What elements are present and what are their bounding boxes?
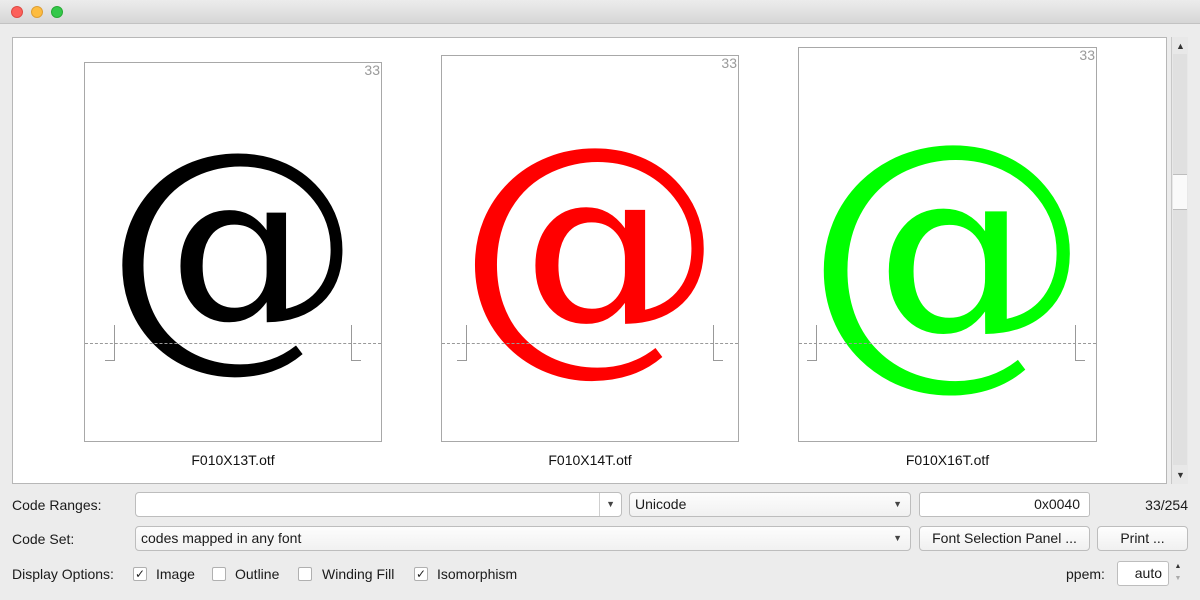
ppem-label: ppem: [1066, 566, 1105, 582]
outline-checkbox-label[interactable]: Outline [235, 566, 279, 582]
font-file-name: F010X16T.otf [905, 452, 990, 468]
encoding-value: Unicode [635, 496, 687, 512]
left-bearing-marker [457, 325, 467, 361]
stepper-down-icon[interactable]: ▼ [1172, 573, 1184, 585]
scroll-up-arrow-icon[interactable]: ▲ [1172, 39, 1189, 53]
baseline-guide [442, 343, 738, 344]
code-set-value: codes mapped in any font [141, 530, 302, 546]
minimize-window-button[interactable] [31, 6, 43, 18]
encoding-select[interactable]: Unicode ▼ [629, 492, 911, 517]
left-bearing-marker [105, 325, 115, 361]
glyph-code-index: 33 [721, 55, 737, 71]
glyph-image: @ [105, 97, 361, 394]
font-viewer-window: 33 @ F010X13T.otf 33 @ F010X14T.otf 33 @… [0, 0, 1200, 600]
code-ranges-label: Code Ranges: [12, 497, 102, 513]
winding-fill-checkbox-label[interactable]: Winding Fill [322, 566, 394, 582]
scrollbar-thumb[interactable] [1173, 174, 1187, 210]
code-ranges-combobox[interactable]: ▼ [135, 492, 622, 517]
font-selection-panel-button[interactable]: Font Selection Panel ... [919, 526, 1090, 551]
chevron-down-icon[interactable]: ▼ [606, 493, 615, 516]
chevron-down-icon: ▼ [893, 499, 902, 509]
left-bearing-marker [807, 325, 817, 361]
image-checkbox-label[interactable]: Image [156, 566, 195, 582]
glyph-cell[interactable]: 33 @ [441, 55, 739, 442]
right-bearing-marker [1075, 325, 1085, 361]
maximize-window-button[interactable] [51, 6, 63, 18]
baseline-guide [799, 343, 1096, 344]
ppem-stepper[interactable]: ▲ ▼ [1172, 561, 1184, 586]
glyph-cell[interactable]: 33 @ [84, 62, 382, 442]
chevron-down-icon: ▼ [893, 533, 902, 543]
glyph-image: @ [457, 90, 723, 398]
print-button[interactable]: Print ... [1097, 526, 1188, 551]
glyph-code-index: 33 [364, 62, 380, 78]
glyph-image: @ [805, 82, 1090, 414]
font-file-name: F010X13T.otf [191, 452, 275, 468]
code-set-select[interactable]: codes mapped in any font ▼ [135, 526, 911, 551]
baseline-guide [85, 343, 381, 344]
vertical-scrollbar[interactable]: ▲ ▼ [1171, 37, 1188, 484]
code-value-input[interactable]: 0x0040 [919, 492, 1090, 517]
right-bearing-marker [713, 325, 723, 361]
image-checkbox[interactable]: ✓ [133, 567, 147, 581]
close-window-button[interactable] [11, 6, 23, 18]
isomorphism-checkbox[interactable]: ✓ [414, 567, 428, 581]
glyph-view: 33 @ F010X13T.otf 33 @ F010X14T.otf 33 @… [12, 37, 1167, 484]
scrollbar-track[interactable] [1173, 54, 1187, 465]
scroll-down-arrow-icon[interactable]: ▼ [1172, 468, 1189, 482]
outline-checkbox[interactable] [212, 567, 226, 581]
position-counter: 33/254 [1145, 497, 1188, 513]
winding-fill-checkbox[interactable] [298, 567, 312, 581]
stepper-up-icon[interactable]: ▲ [1172, 561, 1184, 573]
display-options-label: Display Options: [12, 566, 114, 582]
glyph-cell[interactable]: 33 @ [798, 47, 1097, 442]
ppem-input[interactable]: auto [1117, 561, 1169, 586]
isomorphism-checkbox-label[interactable]: Isomorphism [437, 566, 517, 582]
font-file-name: F010X14T.otf [548, 452, 632, 468]
glyph-code-index: 33 [1079, 47, 1095, 63]
right-bearing-marker [351, 325, 361, 361]
title-bar [0, 0, 1200, 24]
code-set-label: Code Set: [12, 531, 75, 547]
